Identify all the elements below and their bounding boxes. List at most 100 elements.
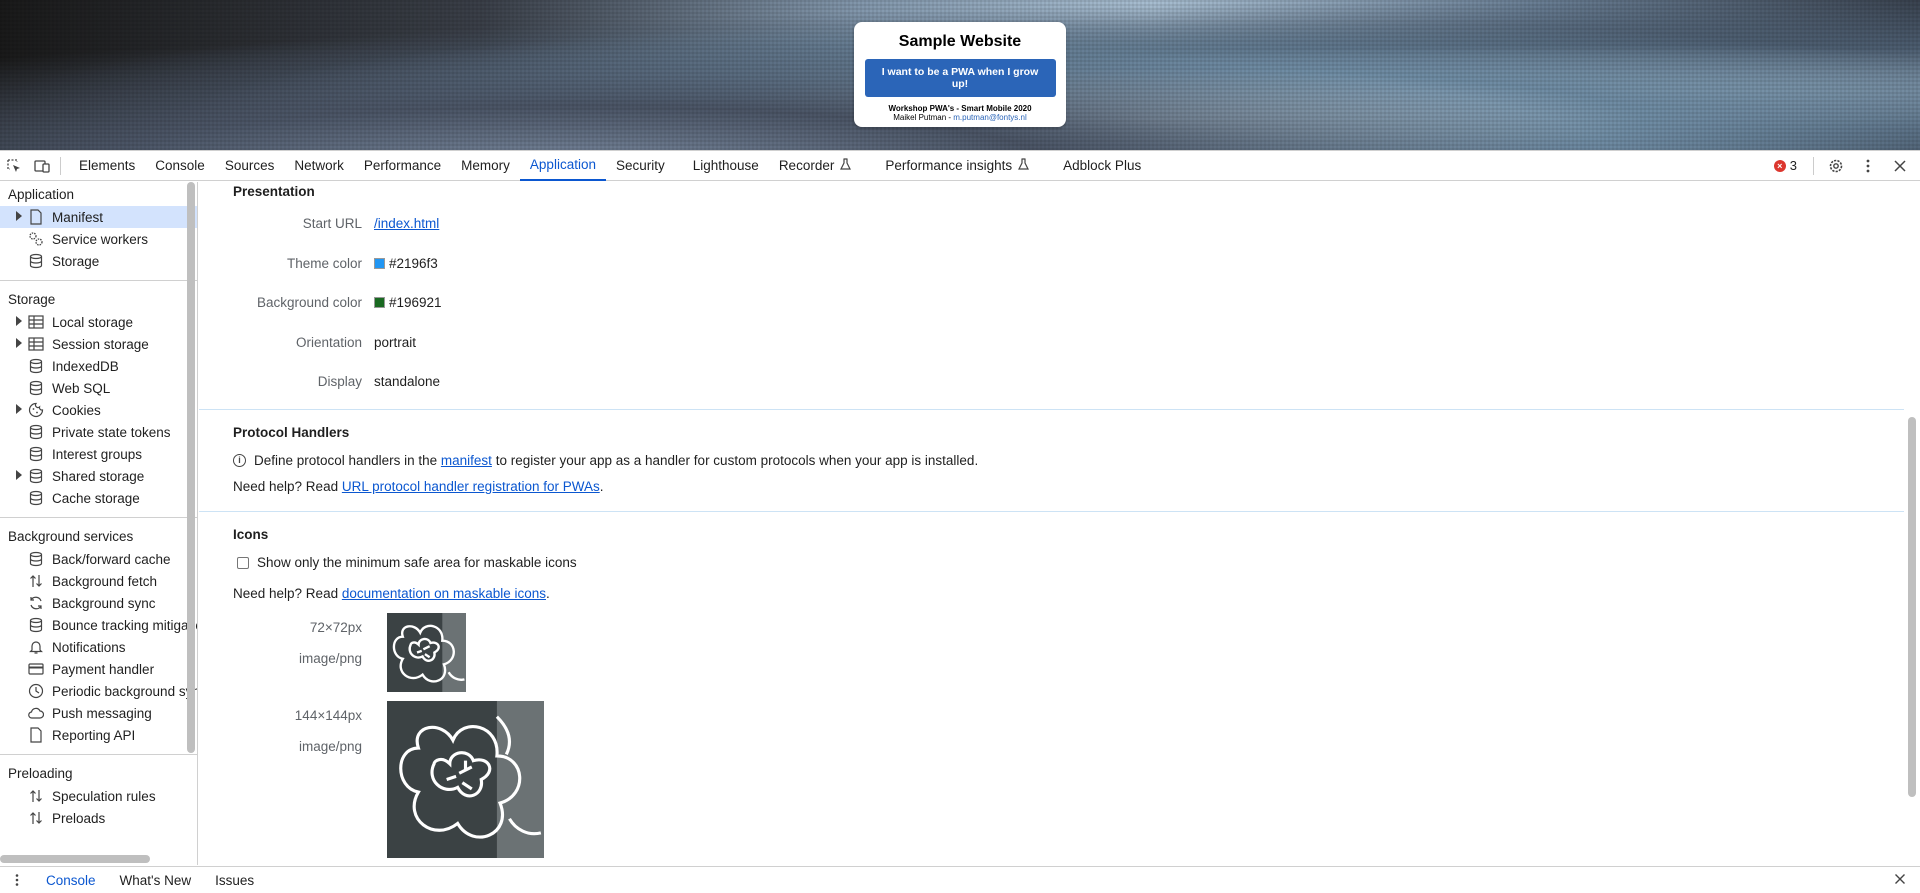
- experimental-flask-icon: [840, 158, 852, 173]
- sidebar-vertical-scrollbar[interactable]: [186, 182, 196, 753]
- sidebar-item-label: IndexedDB: [52, 358, 119, 374]
- sidebar-section-storage[interactable]: Storage: [0, 281, 197, 311]
- settings-gear-icon[interactable]: [1822, 151, 1850, 181]
- sidebar-item-background-fetch[interactable]: Background fetch: [0, 570, 197, 592]
- sidebar-item-label: Preloads: [52, 810, 106, 826]
- panel-tabs: Elements Console Sources Network Performance…: [69, 151, 1151, 181]
- maskable-safe-area-checkbox[interactable]: [237, 556, 249, 569]
- sidebar-item-payment-handler[interactable]: Payment handler: [0, 658, 197, 680]
- tab-memory[interactable]: Memory: [451, 151, 520, 181]
- expand-arrow-icon[interactable]: [16, 338, 22, 348]
- theme-color-swatch: [374, 257, 385, 269]
- expand-arrow-icon[interactable]: [16, 211, 22, 221]
- error-count: 3: [1789, 158, 1797, 173]
- drawer-tabbar: Console What's New Issues: [0, 866, 1920, 893]
- manifest-link[interactable]: manifest: [441, 453, 492, 468]
- drawer-tab-console[interactable]: Console: [34, 867, 108, 893]
- sidebar-item-session-storage[interactable]: Session storage: [0, 333, 197, 355]
- tab-performance[interactable]: Performance: [354, 151, 451, 181]
- tab-sources[interactable]: Sources: [215, 151, 285, 181]
- sidebar-item-service-workers[interactable]: Service workers: [0, 228, 197, 250]
- database-icon: [28, 490, 44, 506]
- sidebar-item-local-storage[interactable]: Local storage: [0, 311, 197, 333]
- tab-network[interactable]: Network: [284, 151, 354, 181]
- sidebar-item-cookies[interactable]: Cookies: [0, 399, 197, 421]
- sidebar-item-notifications[interactable]: Notifications: [0, 636, 197, 658]
- sidebar-section-preloading[interactable]: Preloading: [0, 755, 197, 785]
- sidebar-item-background-sync[interactable]: Background sync: [0, 592, 197, 614]
- theme-color-value: #2196f3: [389, 255, 438, 271]
- tab-application[interactable]: Application: [519, 151, 606, 181]
- sidebar-item-manifest[interactable]: Manifest: [0, 206, 197, 228]
- sidebar-item-reporting-api[interactable]: Reporting API: [0, 724, 197, 746]
- expand-arrow-icon[interactable]: [16, 404, 22, 414]
- sidebar-item-back-forward-cache[interactable]: Back/forward cache: [0, 548, 197, 570]
- database-icon: [28, 380, 44, 396]
- site-card: Sample Website I want to be a PWA when I…: [854, 22, 1066, 127]
- sidebar-item-push-messaging[interactable]: Push messaging: [0, 702, 197, 724]
- tab-performance-insights[interactable]: Performance insights: [875, 151, 1039, 181]
- sidebar-section-background-services[interactable]: Background services: [0, 518, 197, 548]
- cookie-icon: [28, 402, 44, 418]
- sidebar-item-label: Back/forward cache: [52, 551, 171, 567]
- tab-security[interactable]: Security: [606, 151, 675, 181]
- database-icon: [28, 551, 44, 567]
- sidebar-item-shared-storage[interactable]: Shared storage: [0, 465, 197, 487]
- more-options-icon[interactable]: [1854, 151, 1882, 181]
- main-vertical-scrollbar[interactable]: [1908, 417, 1916, 797]
- inspect-element-icon[interactable]: [0, 151, 28, 181]
- table-icon: [28, 336, 44, 352]
- sidebar-item-label: Service workers: [52, 231, 149, 247]
- tab-recorder[interactable]: Recorder: [769, 151, 862, 181]
- sidebar-item-label: Cache storage: [52, 490, 140, 506]
- sidebar-item-cache-storage[interactable]: Cache storage: [0, 487, 197, 509]
- protocol-handler-docs-link[interactable]: URL protocol handler registration for PW…: [342, 479, 600, 494]
- sidebar-item-label: Web SQL: [52, 380, 111, 396]
- database-icon: [28, 358, 44, 374]
- sidebar-item-interest-groups[interactable]: Interest groups: [0, 443, 197, 465]
- sidebar-horizontal-scrollbar[interactable]: [0, 855, 150, 863]
- help-suffix: .: [599, 479, 604, 494]
- expand-arrow-icon[interactable]: [16, 470, 22, 480]
- error-counter[interactable]: × 3: [1773, 158, 1797, 173]
- tab-lighthouse[interactable]: Lighthouse: [683, 151, 769, 181]
- section-divider: [199, 511, 1904, 512]
- file-icon: [28, 209, 44, 225]
- tab-elements[interactable]: Elements: [69, 151, 145, 181]
- sidebar-item-web-sql[interactable]: Web SQL: [0, 377, 197, 399]
- display-value: standalone: [374, 373, 441, 389]
- pwa-cta-button[interactable]: I want to be a PWA when I grow up!: [864, 59, 1056, 97]
- maskable-icons-docs-link[interactable]: documentation on maskable icons: [342, 586, 546, 601]
- tab-adblock-plus[interactable]: Adblock Plus: [1053, 151, 1151, 181]
- sidebar-item-periodic-background-sync[interactable]: Periodic background sync: [0, 680, 197, 702]
- protocol-info-text-before: Define protocol handlers in the: [254, 453, 438, 468]
- sidebar-item-speculation-rules[interactable]: Speculation rules: [0, 785, 197, 807]
- gears-icon: [28, 231, 44, 247]
- table-icon: [28, 314, 44, 330]
- drawer-tab-what-s-new[interactable]: What's New: [108, 867, 204, 893]
- sidebar-item-storage[interactable]: Storage: [0, 250, 197, 272]
- database-icon: [28, 424, 44, 440]
- scrollbar-thumb[interactable]: [187, 182, 195, 753]
- sidebar-item-indexeddb[interactable]: IndexedDB: [0, 355, 197, 377]
- drawer-tab-issues[interactable]: Issues: [203, 867, 266, 893]
- close-drawer-icon[interactable]: [1894, 873, 1906, 888]
- close-devtools-icon[interactable]: [1886, 151, 1914, 181]
- drawer-menu-icon[interactable]: [0, 873, 34, 887]
- tab-label: Elements: [79, 158, 136, 173]
- device-toolbar-icon[interactable]: [28, 151, 56, 181]
- expand-arrow-icon[interactable]: [16, 316, 22, 326]
- author-email-link[interactable]: m.putman@fontys.nl: [953, 113, 1026, 122]
- tab-label: Security: [615, 158, 665, 173]
- sidebar-item-bounce-tracking-mitigations[interactable]: Bounce tracking mitigations: [0, 614, 197, 636]
- refresh-icon: [28, 595, 44, 611]
- tab-console[interactable]: Console: [145, 151, 215, 181]
- start-url-link[interactable]: /index.html: [374, 216, 439, 231]
- sidebar-item-label: Speculation rules: [52, 788, 156, 804]
- sidebar-item-preloads[interactable]: Preloads: [0, 807, 197, 829]
- sidebar-item-label: Interest groups: [52, 446, 143, 462]
- drawer-tabs: Console What's New Issues: [34, 867, 266, 893]
- sidebar-section-application[interactable]: Application: [0, 182, 197, 206]
- sidebar-item-private-state-tokens[interactable]: Private state tokens: [0, 421, 197, 443]
- toolbar-divider: [1813, 156, 1814, 175]
